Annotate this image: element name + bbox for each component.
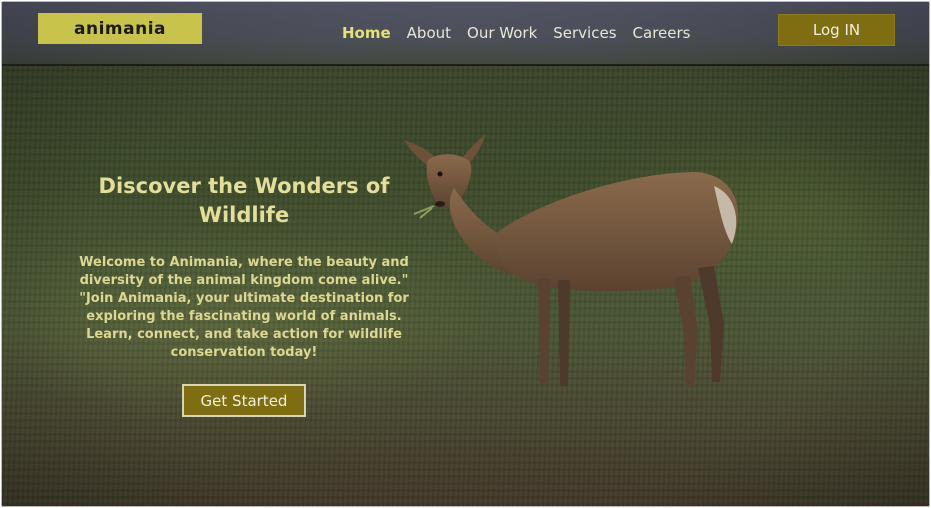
- nav-link-careers[interactable]: Careers: [633, 24, 691, 42]
- nav-link-services[interactable]: Services: [553, 24, 616, 42]
- page: animania Home About Our Work Services Ca…: [1, 1, 930, 507]
- hero-title: Discover the Wonders of Wildlife: [98, 174, 390, 227]
- hero-description: Welcome to Animania, where the beauty an…: [79, 255, 409, 360]
- hero-section: Discover the Wonders of Wildlife Welcome…: [62, 172, 426, 362]
- nav-link-home[interactable]: Home: [342, 24, 391, 42]
- login-button[interactable]: Log IN: [778, 14, 895, 46]
- top-nav-bar: animania Home About Our Work Services Ca…: [2, 2, 929, 66]
- nav-link-about[interactable]: About: [407, 24, 451, 42]
- nav-link-our-work[interactable]: Our Work: [467, 24, 537, 42]
- main-nav: Home About Our Work Services Careers: [342, 24, 706, 42]
- get-started-button[interactable]: Get Started: [182, 384, 306, 417]
- logo-text: animania: [74, 18, 166, 39]
- logo[interactable]: animania: [38, 13, 202, 44]
